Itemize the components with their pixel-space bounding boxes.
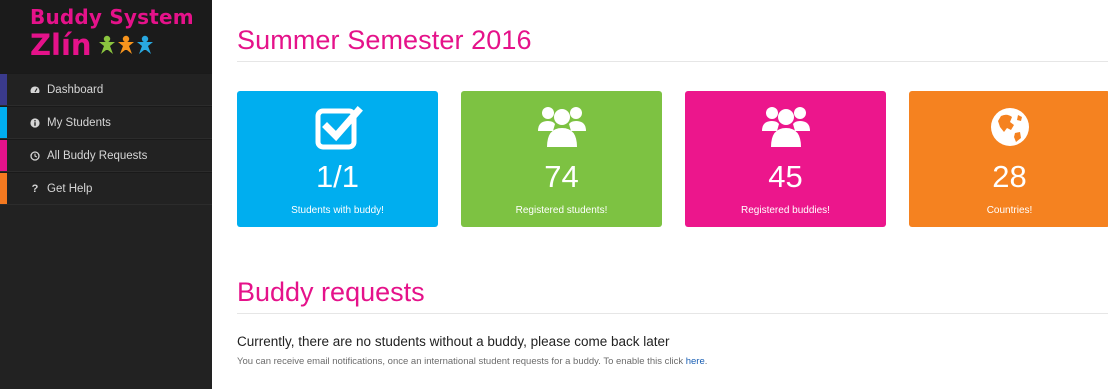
page-title: Summer Semester 2016 xyxy=(237,25,532,55)
stat-label: Registered students! xyxy=(515,205,608,216)
sidebar: Buddy System Zlín Dashboard My Students … xyxy=(0,0,212,389)
sidebar-accent-bar xyxy=(0,107,7,138)
dashboard-icon xyxy=(30,85,40,95)
sidebar-item-label: Dashboard xyxy=(47,83,104,96)
stat-number: 28 xyxy=(992,159,1027,194)
sidebar-item-label: Get Help xyxy=(47,182,93,195)
brand-logo[interactable]: Buddy System Zlín xyxy=(0,0,212,73)
divider xyxy=(237,313,1108,314)
stat-label: Countries! xyxy=(986,205,1033,216)
stat-label: Students with buddy! xyxy=(291,205,384,216)
info-icon xyxy=(30,117,40,128)
check-square-icon xyxy=(315,106,363,150)
stat-card-registered-students: 74 Registered students! xyxy=(461,91,662,227)
brand-city: Zlín xyxy=(30,28,92,62)
globe-icon xyxy=(990,108,1029,146)
hint-message: You can receive email notifications, onc… xyxy=(237,356,684,367)
users-icon xyxy=(537,107,586,147)
sidebar-accent-bar xyxy=(0,140,7,171)
sidebar-item-all-buddy-requests[interactable]: All Buddy Requests xyxy=(0,139,212,172)
hint-end: . xyxy=(704,356,708,367)
main-content: Summer Semester 2016 1/1 Students with b… xyxy=(237,0,1108,389)
stat-number: 45 xyxy=(768,159,803,194)
app-root: Buddy System Zlín Dashboard My Students … xyxy=(0,0,1108,389)
stats-row: 1/1 Students with buddy! 74 Registered s… xyxy=(237,91,1108,231)
question-icon: ? xyxy=(31,182,39,195)
stat-card-students-with-buddy: 1/1 Students with buddy! xyxy=(237,91,438,227)
stat-number: 1/1 xyxy=(315,159,360,194)
clock-icon xyxy=(30,150,40,161)
divider xyxy=(237,61,1108,62)
stat-card-countries: 28 Countries! xyxy=(909,91,1108,227)
stat-label: Registered buddies! xyxy=(741,205,830,216)
enable-notifications-link[interactable]: here xyxy=(686,356,705,367)
brand-figures-icon xyxy=(98,35,155,55)
sidebar-item-get-help[interactable]: ? Get Help xyxy=(0,172,212,205)
brand-title: Buddy System xyxy=(30,5,194,29)
brand-subtitle-row: Zlín xyxy=(30,28,212,62)
sidebar-accent-bar xyxy=(0,173,7,204)
sidebar-item-label: My Students xyxy=(47,116,111,129)
sidebar-item-my-students[interactable]: My Students xyxy=(0,106,212,139)
sidebar-item-label: All Buddy Requests xyxy=(47,149,148,162)
sidebar-accent-bar xyxy=(0,74,7,105)
stat-card-registered-buddies: 45 Registered buddies! xyxy=(685,91,886,227)
users-icon xyxy=(761,107,810,147)
sidebar-item-dashboard[interactable]: Dashboard xyxy=(0,73,212,106)
sidebar-nav: Dashboard My Students All Buddy Requests… xyxy=(0,73,212,205)
notice-text: Currently, there are no students without… xyxy=(237,334,670,349)
section-title: Buddy requests xyxy=(237,277,425,307)
hint-text: You can receive email notifications, onc… xyxy=(237,356,1108,368)
stat-number: 74 xyxy=(544,159,579,194)
